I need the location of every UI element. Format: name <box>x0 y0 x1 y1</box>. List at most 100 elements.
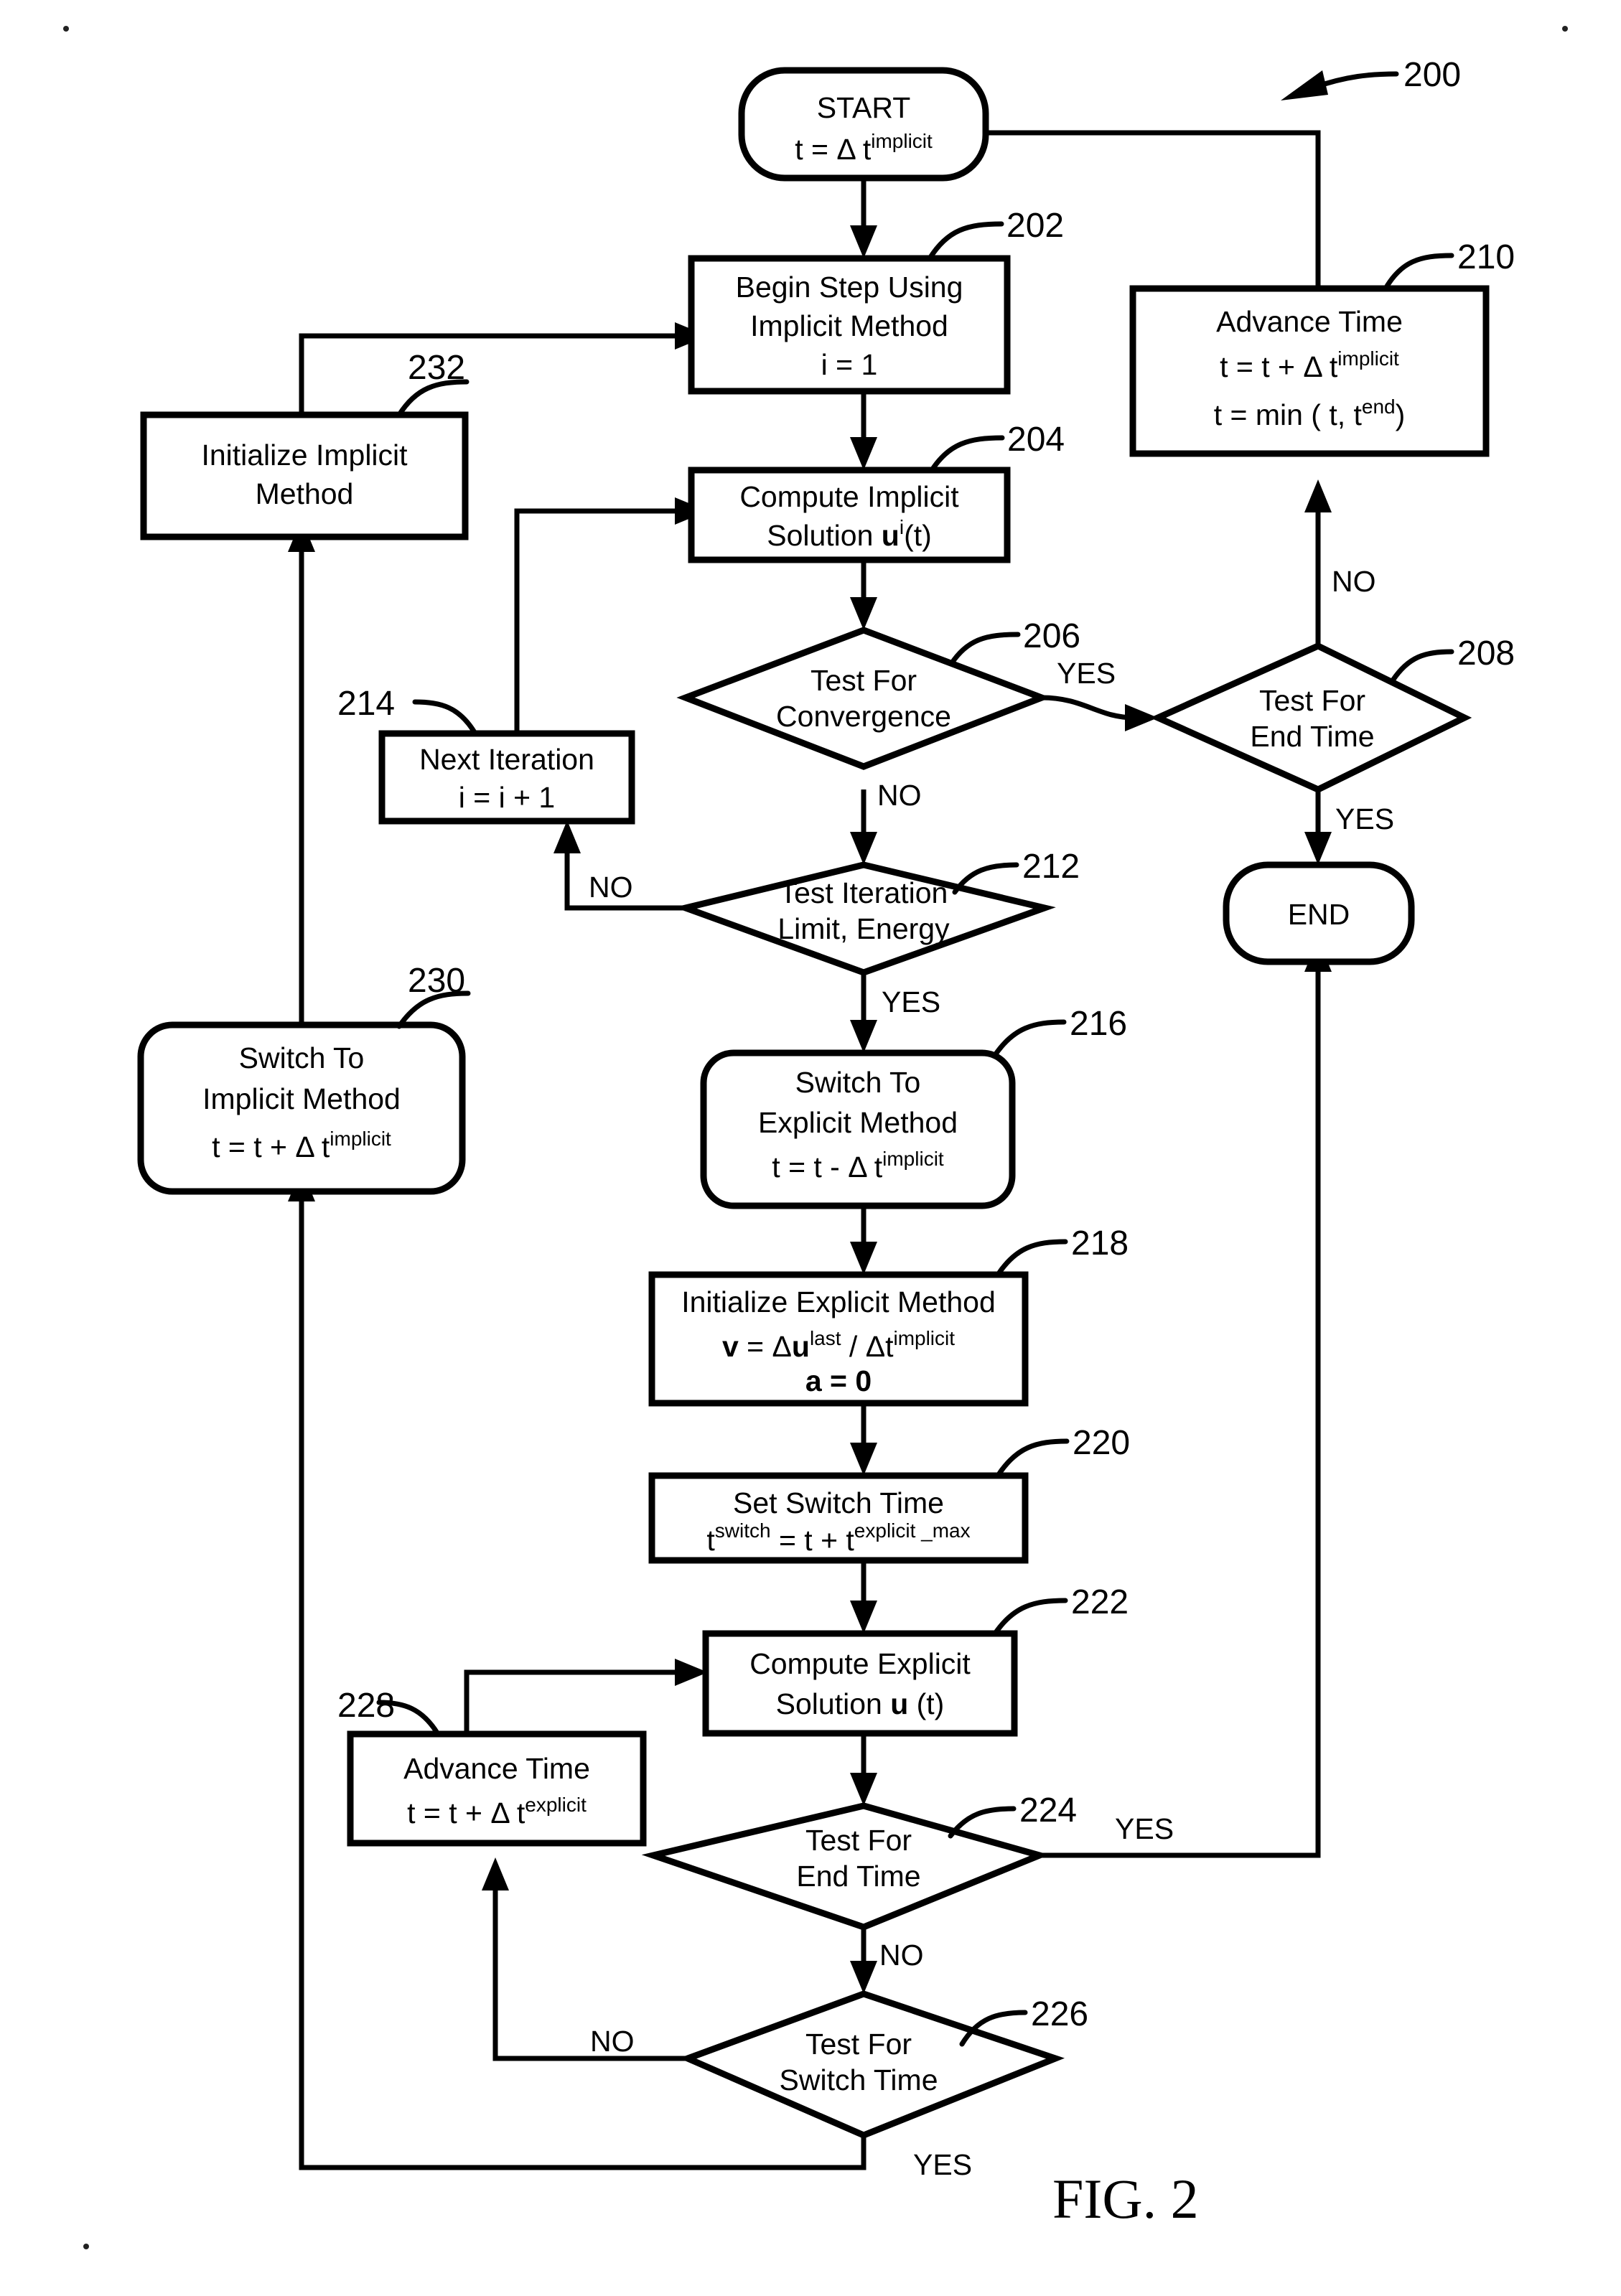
test-end-time-implicit-shape <box>1150 642 1472 793</box>
set-switch-mid: = t + t <box>771 1524 855 1557</box>
node-208-test-end-time[interactable]: Test For End Time <box>1150 642 1472 793</box>
node-214-next-iteration[interactable]: Next Iteration i = i + 1 <box>378 730 635 825</box>
figure-caption: FIG. 2 <box>1052 2168 1199 2230</box>
end-label: END <box>1288 898 1350 931</box>
compute-implicit-pre: Solution <box>767 519 882 552</box>
label-convergence-no: NO <box>877 779 922 812</box>
ref-226: 226 <box>1031 1995 1088 2033</box>
node-230-switch-to-implicit[interactable]: Switch To Implicit Method t = t + Δ timp… <box>137 1021 466 1195</box>
ref-222: 222 <box>1071 1583 1129 1621</box>
node-218-initialize-explicit[interactable]: Initialize Explicit Method v = Δulast / … <box>648 1271 1029 1407</box>
init-explicit-v: v <box>722 1330 739 1363</box>
set-switch-time-line1: Set Switch Time <box>733 1486 944 1519</box>
node-224-test-end-time-explicit[interactable]: Test For End Time <box>641 1802 1050 1931</box>
test-iteration-limit-line1: Test Iteration <box>780 876 948 909</box>
ref-218: 218 <box>1071 1224 1129 1262</box>
init-explicit-u: u <box>792 1330 810 1363</box>
switch-implicit-eq: t = t + Δ t <box>212 1130 330 1163</box>
node-212-test-iteration-limit[interactable]: Test Iteration Limit, Energy <box>674 861 1056 976</box>
arrowhead-202-204 <box>850 437 877 470</box>
switch-to-explicit-line1: Switch To <box>795 1066 921 1099</box>
start-sup: implicit <box>871 130 933 152</box>
arrowhead-222-224 <box>850 1773 877 1806</box>
init-explicit-div: / Δt <box>841 1330 894 1363</box>
arrowhead-208-210 <box>1304 479 1332 512</box>
leader-222 <box>992 1598 1068 1636</box>
label-end-time-explicit-no: NO <box>879 1939 924 1972</box>
test-convergence-line1: Test For <box>810 664 917 697</box>
switch-to-implicit-line2: Implicit Method <box>202 1082 401 1115</box>
ref-232: 232 <box>408 349 465 387</box>
node-228-advance-time-explicit[interactable]: Advance Time t = t + Δ texplicit <box>347 1730 647 1847</box>
edge-228-to-222 <box>464 1669 686 1734</box>
ref-216: 216 <box>1070 1005 1127 1043</box>
node-end[interactable]: END <box>1223 861 1415 965</box>
set-switch-sup1: switch <box>715 1519 771 1542</box>
ref-212: 212 <box>1022 848 1080 886</box>
edge-224-yes-to-end <box>1040 962 1321 1858</box>
leader-204 <box>929 435 1005 473</box>
arrowhead-224-226 <box>850 1961 877 1994</box>
node-210-advance-time-implicit[interactable]: Advance Time t = t + Δ timplicit t = min… <box>1129 285 1490 457</box>
arrowhead-220-222 <box>850 1601 877 1634</box>
node-204-compute-implicit[interactable]: Compute Implicit Solution ui(t) <box>688 467 1011 563</box>
ref-220-leader: 220 <box>995 1424 1130 1479</box>
test-convergence-line2: Convergence <box>776 700 951 733</box>
ref-200: 200 <box>1403 56 1461 94</box>
ref-232-leader: 232 <box>396 349 470 418</box>
ref-206: 206 <box>1023 617 1080 655</box>
init-explicit-sup2: implicit <box>893 1327 955 1349</box>
leader-206 <box>948 632 1021 667</box>
test-convergence-shape <box>676 627 1051 770</box>
advance-implicit-sup: implicit <box>1337 347 1399 370</box>
advance-explicit-eq: t = t + Δ t <box>407 1796 525 1829</box>
node-206-test-convergence[interactable]: Test For Convergence <box>676 627 1051 770</box>
initialize-explicit-line1: Initialize Explicit Method <box>681 1285 996 1318</box>
arrowhead-218-220 <box>850 1443 877 1476</box>
arrowhead-start-202 <box>850 225 877 258</box>
ref-230-leader: 230 <box>396 962 471 1029</box>
init-explicit-a: a = 0 <box>805 1364 872 1397</box>
page-speck-top-right <box>1562 26 1568 32</box>
label-end-time-implicit-no: NO <box>1332 565 1376 598</box>
compute-implicit-post: (t) <box>904 519 932 552</box>
switch-to-explicit-line2: Explicit Method <box>758 1106 958 1139</box>
edge-206-yes-to-208 <box>1041 695 1135 721</box>
compute-explicit-post: (t) <box>908 1687 944 1720</box>
begin-step-line2: Implicit Method <box>750 309 948 342</box>
ref-222-leader: 222 <box>992 1583 1129 1636</box>
node-216-switch-to-explicit[interactable]: Switch To Explicit Method t = t - Δ timp… <box>700 1049 1016 1209</box>
leader-220 <box>995 1438 1070 1479</box>
edge-214-to-204 <box>514 508 686 748</box>
node-222-compute-explicit[interactable]: Compute Explicit Solution u (t) <box>702 1630 1018 1737</box>
label-end-time-implicit-yes: YES <box>1335 802 1394 835</box>
advance-explicit-sup: explicit <box>525 1794 587 1816</box>
compute-explicit-pre: Solution <box>776 1687 891 1720</box>
ref-212-leader: 212 <box>952 848 1080 895</box>
switch-explicit-eq: t = t - Δ t <box>772 1151 882 1184</box>
advance-implicit-min-sup: end <box>1362 395 1396 418</box>
test-end-time-implicit-line1: Test For <box>1259 684 1365 717</box>
ref-224-leader: 224 <box>948 1791 1077 1839</box>
initialize-implicit-line2: Method <box>256 477 354 510</box>
test-switch-time-line1: Test For <box>805 2028 912 2061</box>
ref-202-leader: 202 <box>927 207 1064 261</box>
start-eq: t = Δ t <box>795 133 872 166</box>
ref-204-leader: 204 <box>929 421 1065 473</box>
ref-228-leader: 228 <box>337 1687 441 1737</box>
begin-step-line3: i = 1 <box>821 348 878 381</box>
label-iteration-limit-no: NO <box>589 871 633 904</box>
advance-implicit-eq: t = t + Δ t <box>1220 350 1338 383</box>
node-start[interactable]: START t = Δ timplicit <box>738 67 989 182</box>
page-speck-top-left <box>63 26 69 32</box>
leader-200 <box>1311 71 1399 90</box>
leader-202 <box>927 221 1004 261</box>
node-232-initialize-implicit[interactable]: Initialize Implicit Method <box>140 411 469 540</box>
test-end-time-explicit-line2: End Time <box>796 1860 920 1893</box>
initialize-implicit-line1: Initialize Implicit <box>201 439 408 472</box>
initialize-explicit-line3: a = 0 <box>805 1364 872 1397</box>
label-iteration-limit-yes: YES <box>882 985 940 1018</box>
node-220-set-switch-time[interactable]: Set Switch Time tswitch = t + texplicit … <box>648 1472 1029 1564</box>
initialize-implicit-shape <box>140 411 469 540</box>
node-202-begin-step[interactable]: Begin Step Using Implicit Method i = 1 <box>688 255 1011 395</box>
